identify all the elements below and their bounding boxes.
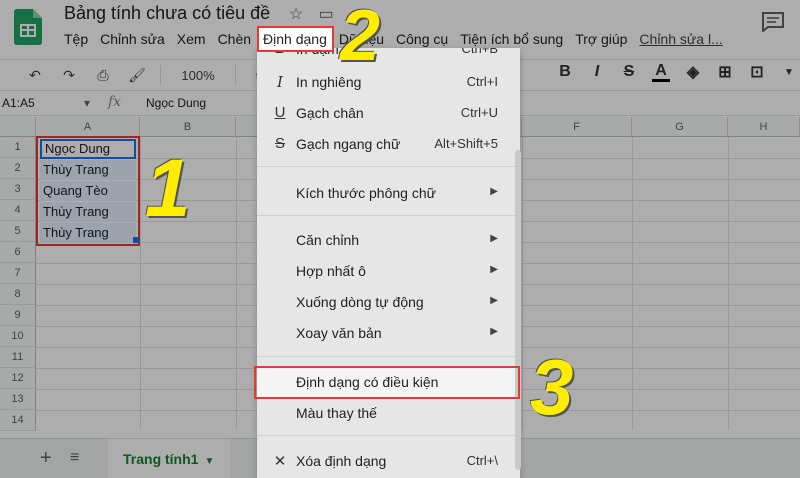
annotation-box-2 [257,26,334,52]
annotation-number-3: 3 [530,343,574,431]
menu-item-font-size[interactable]: Kích thước phông chữ ▶ [257,178,520,208]
google-sheets-window: Bảng tính chưa có tiêu đề ☆ ▭ ☁ Tệp Chỉn… [0,0,800,478]
menu-divider [257,215,520,216]
italic-icon: I [277,73,283,91]
submenu-arrow-icon: ▶ [490,233,498,244]
submenu-arrow-icon: ▶ [490,326,498,337]
strikethrough-icon: S [274,135,285,152]
menu-item-strikethrough[interactable]: S Gạch ngang chữ Alt+Shift+5 [257,129,520,159]
format-dropdown-menu: B In đậm Ctrl+B I In nghiêng Ctrl+I U Gạ… [257,48,520,478]
annotation-number-2: 2 [340,0,381,76]
menu-item-underline[interactable]: U Gạch chân Ctrl+U [257,98,520,128]
menu-item-italic[interactable]: I In nghiêng Ctrl+I [257,67,520,97]
submenu-arrow-icon: ▶ [490,295,498,306]
menu-item-alternating-colors[interactable]: Màu thay thế [257,398,520,428]
clear-format-icon: ✕ [273,453,287,470]
annotation-number-1: 1 [145,143,191,234]
menu-scrollbar[interactable] [515,150,521,470]
menu-item-wrap[interactable]: Xuống dòng tự động ▶ [257,287,520,317]
underline-icon: U [274,104,286,121]
menu-item-merge[interactable]: Hợp nhất ô ▶ [257,256,520,286]
submenu-arrow-icon: ▶ [490,186,498,197]
menu-divider [257,356,520,357]
menu-item-align[interactable]: Căn chỉnh ▶ [257,225,520,255]
submenu-arrow-icon: ▶ [490,264,498,275]
menu-divider [257,166,520,167]
menu-item-clear-formatting[interactable]: ✕ Xóa định dạng Ctrl+\ [257,446,520,476]
menu-divider [257,435,520,436]
menu-item-rotate[interactable]: Xoay văn bản ▶ [257,318,520,348]
annotation-box-3 [254,366,520,399]
